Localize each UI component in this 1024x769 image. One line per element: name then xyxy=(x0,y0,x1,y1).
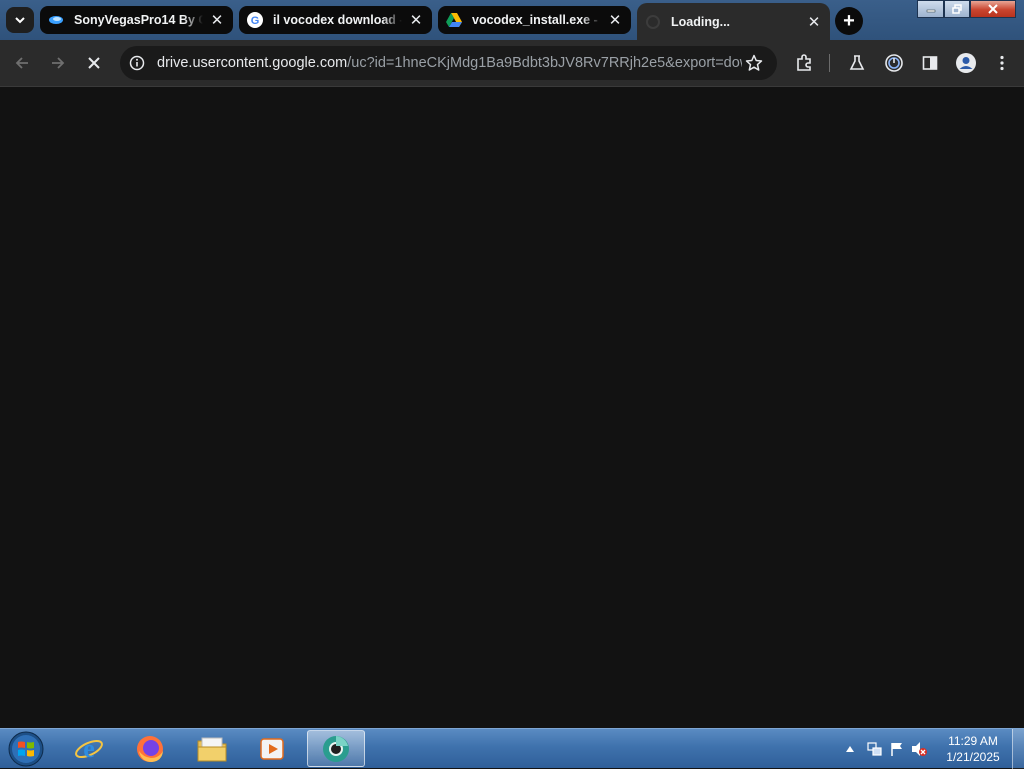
show-hidden-icons-icon[interactable] xyxy=(842,745,858,753)
url-path: /uc?id=1hneCKjMdg1Ba9Bdbt3bJV8Rv7RRjh2e5… xyxy=(347,55,742,71)
close-window-button[interactable] xyxy=(970,0,1016,18)
tab-loading[interactable]: Loading... ✕ xyxy=(637,3,830,40)
taskbar-firefox[interactable] xyxy=(121,730,179,767)
toolbar-separator xyxy=(829,54,830,72)
tab-google-search[interactable]: G il vocodex download - Google ✕ xyxy=(239,6,432,34)
file-explorer-icon xyxy=(197,737,227,761)
forward-icon xyxy=(52,57,65,69)
show-desktop-button[interactable] xyxy=(1012,729,1024,769)
title-bar: SonyVegasPro14 By CarlosKiK ✕ G il vocod… xyxy=(0,0,1024,40)
tab-title: il vocodex download - Google xyxy=(273,13,402,27)
performance-icon xyxy=(885,54,903,72)
page-content-area xyxy=(0,87,1024,728)
start-orb-icon xyxy=(8,731,44,767)
network-icon[interactable] xyxy=(864,741,886,757)
restore-icon xyxy=(952,4,962,14)
google-drive-icon xyxy=(446,12,462,28)
chrome-beta-icon xyxy=(323,735,349,762)
stop-loading-button[interactable] xyxy=(82,51,106,75)
extensions-button[interactable] xyxy=(792,51,816,75)
loading-favicon-icon xyxy=(645,14,661,30)
internet-explorer-icon: e xyxy=(75,734,103,763)
address-bar[interactable]: drive.usercontent.google.com/uc?id=1hneC… xyxy=(120,46,777,80)
tab-google-drive[interactable]: vocodex_install.exe - Google Drive ✕ xyxy=(438,6,631,34)
site-info-icon[interactable] xyxy=(129,55,145,71)
taskbar: e 11:29 AM 1/21/2025 xyxy=(0,728,1024,769)
tab-title: SonyVegasPro14 By CarlosKiK xyxy=(74,13,203,27)
side-panel-icon xyxy=(922,56,938,70)
menu-button[interactable] xyxy=(990,51,1014,75)
firefox-icon xyxy=(137,735,163,762)
window-controls xyxy=(917,0,1016,19)
tab-close-icon[interactable]: ✕ xyxy=(806,14,822,31)
volume-muted-icon[interactable] xyxy=(908,741,930,757)
tab-search-button[interactable] xyxy=(6,7,34,33)
browser-toolbar: drive.usercontent.google.com/uc?id=1hneC… xyxy=(0,40,1024,87)
new-tab-button[interactable]: + xyxy=(835,7,863,35)
extensions-icon xyxy=(797,54,811,71)
url-text[interactable]: drive.usercontent.google.com/uc?id=1hneC… xyxy=(157,55,742,71)
url-host: drive.usercontent.google.com xyxy=(157,55,348,71)
minimize-icon xyxy=(926,9,935,13)
forward-button[interactable] xyxy=(46,51,70,75)
stop-loading-icon xyxy=(88,57,100,69)
taskbar-file-explorer[interactable] xyxy=(183,730,241,767)
restore-button[interactable] xyxy=(944,0,970,18)
taskbar-media-player[interactable] xyxy=(243,730,301,767)
action-center-flag-icon[interactable] xyxy=(886,741,908,757)
tab-close-icon[interactable]: ✕ xyxy=(408,12,424,29)
profile-icon xyxy=(956,53,976,73)
side-panel-button[interactable] xyxy=(918,51,942,75)
google-g-icon: G xyxy=(247,12,263,28)
back-button[interactable] xyxy=(10,51,34,75)
plus-icon: + xyxy=(843,9,855,32)
performance-button[interactable] xyxy=(882,51,906,75)
bookmark-star-icon[interactable] xyxy=(745,54,763,72)
clock-date: 1/21/2025 xyxy=(946,750,1000,764)
svg-text:e: e xyxy=(83,734,95,763)
svg-text:G: G xyxy=(251,15,260,27)
taskbar-internet-explorer[interactable]: e xyxy=(60,730,118,767)
labs-flask-icon xyxy=(849,55,865,70)
taskbar-chrome[interactable] xyxy=(307,730,365,767)
media-player-icon xyxy=(260,737,284,760)
menu-icon xyxy=(1000,55,1004,71)
tab-close-icon[interactable]: ✕ xyxy=(607,12,623,29)
labs-button[interactable] xyxy=(845,51,869,75)
swirl-favicon-icon xyxy=(48,12,64,28)
profile-button[interactable] xyxy=(954,51,978,75)
taskbar-clock[interactable]: 11:29 AM 1/21/2025 xyxy=(940,733,1006,765)
minimize-button[interactable] xyxy=(917,0,944,18)
system-tray xyxy=(842,729,930,769)
start-button[interactable] xyxy=(6,730,46,768)
chevron-down-icon xyxy=(15,17,25,24)
back-icon xyxy=(15,57,28,69)
tab-title: vocodex_install.exe - Google Drive xyxy=(472,13,601,27)
tab-title: Loading... xyxy=(671,14,731,29)
tab-close-icon[interactable]: ✕ xyxy=(209,12,225,29)
close-icon xyxy=(988,4,998,14)
clock-time: 11:29 AM xyxy=(948,734,998,748)
tab-sony-vegas[interactable]: SonyVegasPro14 By CarlosKiK ✕ xyxy=(40,6,233,34)
